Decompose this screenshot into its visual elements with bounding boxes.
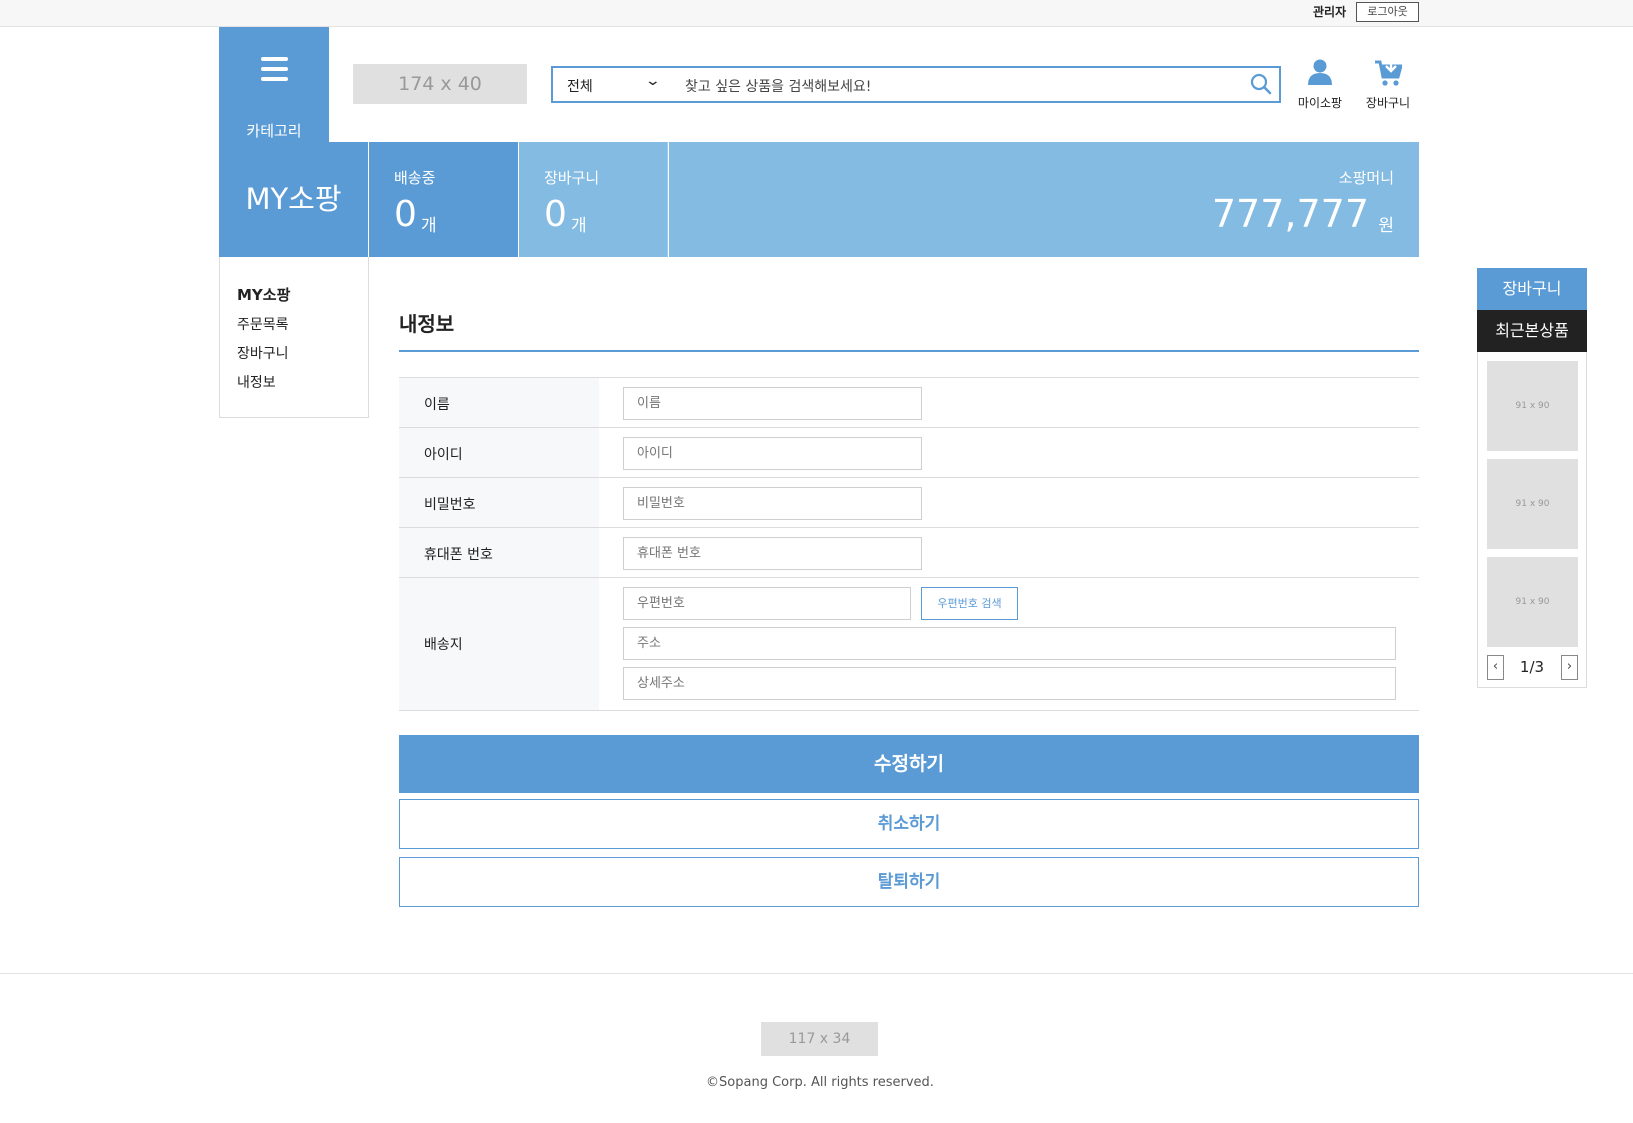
menu-item-orders[interactable]: 주문목록 — [237, 314, 289, 334]
id-field[interactable] — [623, 437, 922, 470]
cart-stat-label: 장바구니 — [544, 169, 600, 187]
cart-unit: 개 — [571, 216, 587, 236]
mypage-label: 마이소팡 — [1297, 96, 1343, 110]
address-detail-field[interactable] — [623, 667, 1396, 700]
address-label: 배송지 — [424, 637, 463, 653]
search-icon[interactable] — [1249, 72, 1273, 96]
money-unit: 원 — [1378, 216, 1394, 236]
recent-product-thumb[interactable]: 91 x 90 — [1487, 557, 1578, 647]
phone-field[interactable] — [623, 537, 922, 570]
recent-pagination: ‹ 1/3 › — [1478, 655, 1586, 681]
site-logo[interactable]: 174 x 40 — [353, 64, 527, 104]
my-menu: MY소팡 주문목록 장바구니 내정보 — [219, 257, 369, 418]
form-row-address: 배송지 우편번호 검색 — [399, 578, 1419, 711]
page-title: 내정보 — [399, 312, 455, 336]
password-field[interactable] — [623, 487, 922, 520]
admin-label: 관리자 — [1313, 5, 1347, 19]
shipping-stat[interactable]: 배송중 0 개 — [369, 142, 518, 257]
side-cart-button[interactable]: 장바구니 — [1477, 268, 1587, 310]
money-stat[interactable]: 소팡머니 777,777 원 — [669, 142, 1419, 257]
menu-item-profile[interactable]: 내정보 — [237, 372, 276, 392]
phone-label: 휴대폰 번호 — [424, 547, 493, 563]
zipcode-field[interactable] — [623, 587, 911, 620]
search-category-select[interactable]: 전체 — [567, 76, 593, 96]
menu-item-cart[interactable]: 장바구니 — [237, 343, 289, 363]
cart-label: 장바구니 — [1365, 96, 1411, 110]
address-field[interactable] — [623, 627, 1396, 660]
id-label: 아이디 — [424, 447, 463, 463]
shipping-count: 0 — [394, 194, 417, 235]
chevron-right-icon[interactable]: › — [1561, 655, 1578, 680]
shipping-unit: 개 — [421, 216, 437, 236]
cart-icon — [1375, 59, 1402, 86]
form-row-phone: 휴대폰 번호 — [399, 528, 1419, 578]
money-label: 소팡머니 — [1338, 169, 1394, 187]
logout-button[interactable]: 로그아웃 — [1356, 2, 1419, 22]
name-label: 이름 — [424, 397, 450, 413]
menu-item-my[interactable]: MY소팡 — [237, 284, 290, 305]
withdraw-button[interactable]: 탈퇴하기 — [399, 857, 1419, 907]
recent-products-title: 최근본상품 — [1477, 310, 1587, 352]
cart-stat[interactable]: 장바구니 0 개 — [519, 142, 668, 257]
recent-products-panel: 장바구니 최근본상품 91 x 90 91 x 90 91 x 90 ‹ 1/3… — [1477, 268, 1587, 688]
chevron-down-icon[interactable]: ⌄ — [645, 73, 661, 89]
title-divider — [399, 350, 1419, 352]
zipcode-search-button[interactable]: 우편번호 검색 — [921, 587, 1018, 620]
form-row-name: 이름 — [399, 378, 1419, 428]
category-button[interactable]: 카테고리 — [219, 27, 329, 142]
form-row-id: 아이디 — [399, 428, 1419, 478]
cancel-button[interactable]: 취소하기 — [399, 799, 1419, 849]
profile-form: 이름 아이디 비밀번호 휴대폰 번호 배송지 우편번호 검색 — [399, 377, 1419, 711]
user-icon — [1308, 59, 1332, 85]
cart-count: 0 — [544, 194, 567, 235]
money-value: 777,777 — [1211, 192, 1369, 236]
footer-divider — [0, 973, 1633, 974]
save-button[interactable]: 수정하기 — [399, 735, 1419, 793]
password-label: 비밀번호 — [424, 497, 476, 513]
copyright: ©Sopang Corp. All rights reserved. — [706, 1075, 934, 1090]
menu-icon — [261, 57, 288, 81]
footer-logo: 117 x 34 — [761, 1022, 878, 1056]
my-summary-title: MY소팡 — [219, 142, 368, 257]
shipping-label: 배송중 — [394, 169, 436, 187]
cart-button[interactable]: 장바구니 — [1358, 58, 1418, 111]
recent-product-thumb[interactable]: 91 x 90 — [1487, 361, 1578, 451]
search-input[interactable]: 찾고 싶은 상품을 검색해보세요! — [685, 76, 871, 96]
name-field[interactable] — [623, 387, 922, 420]
recent-product-thumb[interactable]: 91 x 90 — [1487, 459, 1578, 549]
top-bar: 관리자 로그아웃 — [0, 0, 1633, 27]
my-summary-bar: MY소팡 배송중 0 개 장바구니 0 개 소팡머니 777,777 원 — [219, 142, 1419, 257]
category-label: 카테고리 — [246, 122, 302, 140]
mypage-button[interactable]: 마이소팡 — [1290, 58, 1350, 111]
form-row-password: 비밀번호 — [399, 478, 1419, 528]
search-bar: 전체 ⌄ 찾고 싶은 상품을 검색해보세요! — [551, 66, 1281, 103]
